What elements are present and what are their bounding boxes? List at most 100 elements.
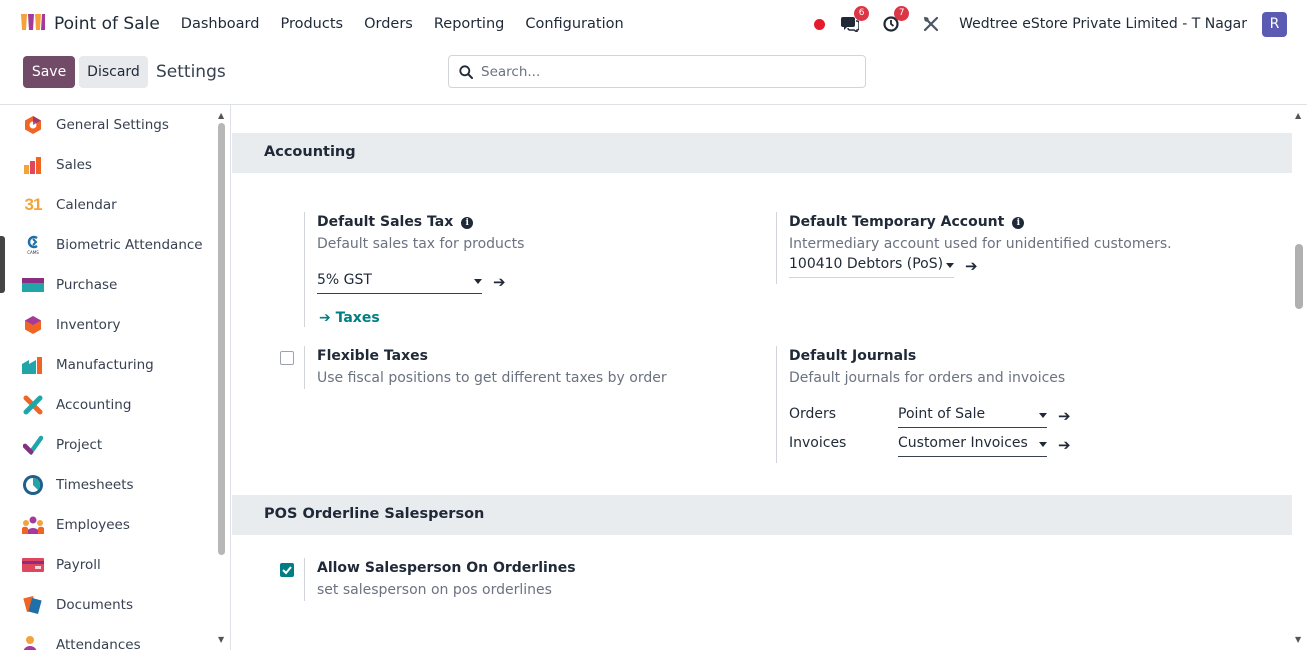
setting-divider [304, 212, 305, 327]
menu-configuration[interactable]: Configuration [525, 16, 623, 32]
default-temp-account-value: 100410 Debtors (PoS) [789, 256, 944, 272]
sidebar-item-purchase[interactable]: Purchase [22, 272, 117, 298]
invoices-journal-value: Customer Invoices [898, 435, 1028, 451]
settings-sidebar: General Settings Sales 31 Calendar CAMS … [8, 105, 231, 650]
main-menu: Dashboard Products Orders Reporting Conf… [181, 16, 645, 32]
save-button[interactable]: Save [23, 56, 75, 88]
default-temp-account-title: Default Temporary Account i [789, 214, 1172, 230]
messages-count-badge: 6 [854, 6, 870, 21]
content-scroll-up-icon[interactable]: ▲ [1295, 111, 1301, 120]
open-record-arrow-icon[interactable]: ➔ [1058, 407, 1071, 425]
sidebar-item-sales[interactable]: Sales [22, 152, 92, 178]
sidebar-item-manufacturing[interactable]: Manufacturing [22, 352, 154, 378]
orders-journal-value: Point of Sale [898, 406, 986, 422]
sales-icon [22, 154, 44, 176]
content-scrollbar[interactable] [1295, 244, 1303, 309]
setting-divider [304, 558, 305, 601]
setting-divider [776, 212, 777, 284]
debug-tools-button[interactable] [923, 16, 939, 32]
menu-dashboard[interactable]: Dashboard [181, 16, 260, 32]
sidebar-item-general-settings[interactable]: General Settings [22, 112, 169, 138]
company-switcher[interactable]: Wedtree eStore Private Limited - T Nagar [959, 16, 1247, 32]
allow-salesperson-title: Allow Salesperson On Orderlines [317, 560, 576, 576]
left-edge-tab[interactable] [0, 236, 5, 293]
orders-journal-label: Orders [789, 406, 837, 422]
checkmark-icon [282, 566, 292, 575]
chevron-down-icon [1039, 413, 1047, 418]
activities-button[interactable]: 7 [883, 6, 910, 32]
pos-app-icon [20, 12, 46, 36]
open-record-arrow-icon[interactable]: ➔ [965, 257, 978, 275]
user-avatar[interactable]: R [1262, 11, 1287, 37]
flexible-taxes-title: Flexible Taxes [317, 348, 428, 364]
payroll-icon [22, 554, 44, 576]
accounting-section-title: Accounting [264, 144, 356, 160]
content-scroll-down-icon[interactable]: ▼ [1295, 635, 1301, 644]
taxes-link[interactable]: ➔ Taxes [319, 310, 380, 326]
default-sales-tax-value: 5% GST [317, 272, 372, 288]
info-icon[interactable]: i [1012, 217, 1025, 229]
sidebar-item-label: General Settings [56, 117, 169, 133]
default-sales-tax-description: Default sales tax for products [317, 236, 525, 252]
sidebar-item-project[interactable]: Project [22, 432, 102, 458]
default-journals-description: Default journals for orders and invoices [789, 370, 1066, 386]
flexible-taxes-checkbox[interactable] [280, 351, 294, 365]
chevron-down-icon [946, 263, 954, 268]
menu-orders[interactable]: Orders [364, 16, 413, 32]
default-sales-tax-title-text: Default Sales Tax [317, 214, 454, 230]
app-brand[interactable]: Point of Sale [20, 12, 160, 36]
sidebar-item-label: Project [56, 437, 103, 453]
sidebar-item-label: Inventory [56, 317, 121, 333]
salesperson-section-header: POS Orderline Salesperson [232, 495, 1292, 535]
default-temp-account-select[interactable]: 100410 Debtors (PoS) [789, 256, 954, 278]
attendances-icon [22, 634, 44, 650]
timesheets-icon [22, 474, 44, 496]
chevron-down-icon [1039, 442, 1047, 447]
sidebar-item-accounting[interactable]: Accounting [22, 392, 131, 418]
sidebar-item-payroll[interactable]: Payroll [22, 552, 101, 578]
orders-journal-select[interactable]: Point of Sale [898, 406, 1047, 428]
default-journals-setting: Default Journals Default journals for or… [789, 348, 1065, 386]
invoices-journal-select[interactable]: Customer Invoices [898, 435, 1047, 457]
project-icon [22, 434, 44, 456]
open-record-arrow-icon[interactable]: ➔ [1058, 436, 1071, 454]
allow-salesperson-setting: Allow Salesperson On Orderlines set sale… [317, 560, 576, 598]
search-input[interactable] [481, 63, 851, 80]
default-journals-title: Default Journals [789, 348, 917, 364]
recording-indicator-icon[interactable] [814, 18, 826, 30]
sidebar-item-label: Employees [56, 517, 130, 533]
invoices-journal-label: Invoices [789, 435, 847, 451]
default-sales-tax-select[interactable]: 5% GST [317, 272, 482, 294]
open-record-arrow-icon[interactable]: ➔ [493, 273, 506, 291]
sidebar-item-employees[interactable]: Employees [22, 512, 130, 538]
search-box[interactable] [448, 55, 866, 88]
accounting-section-header: Accounting [232, 133, 1292, 173]
sidebar-item-label: Sales [56, 157, 92, 173]
manufacturing-icon [22, 354, 44, 376]
sidebar-item-calendar[interactable]: 31 Calendar [22, 192, 117, 218]
sidebar-item-documents[interactable]: Documents [22, 592, 133, 618]
sidebar-scrollbar[interactable] [218, 123, 225, 555]
messages-button[interactable]: 6 [841, 6, 870, 32]
sidebar-item-biometric-attendance[interactable]: CAMS Biometric Attendance [22, 232, 203, 258]
taxes-link-label: Taxes [335, 310, 380, 326]
search-icon [459, 64, 473, 79]
allow-salesperson-description: set salesperson on pos orderlines [317, 582, 552, 598]
sidebar-scroll-up-icon[interactable]: ▲ [218, 111, 224, 120]
top-navbar: Point of Sale Dashboard Products Orders … [0, 0, 1307, 48]
info-icon[interactable]: i [461, 217, 474, 229]
sidebar-item-attendances[interactable]: Attendances [22, 632, 141, 650]
discard-button[interactable]: Discard [79, 56, 148, 88]
employees-icon [22, 514, 44, 536]
menu-products[interactable]: Products [280, 16, 343, 32]
calendar-icon: 31 [24, 195, 43, 214]
allow-salesperson-checkbox[interactable] [280, 563, 294, 577]
systray: 6 7 Wedtree eStore Private Limited - T N… [814, 0, 1307, 48]
default-sales-tax-title: Default Sales Tax i [317, 214, 524, 230]
menu-reporting[interactable]: Reporting [434, 16, 505, 32]
sidebar-item-timesheets[interactable]: Timesheets [22, 472, 134, 498]
sidebar-item-inventory[interactable]: Inventory [22, 312, 120, 338]
default-temp-account-description: Intermediary account used for unidentifi… [789, 236, 1172, 252]
sidebar-item-label: Attendances [56, 637, 141, 650]
sidebar-scroll-down-icon[interactable]: ▼ [218, 635, 224, 644]
